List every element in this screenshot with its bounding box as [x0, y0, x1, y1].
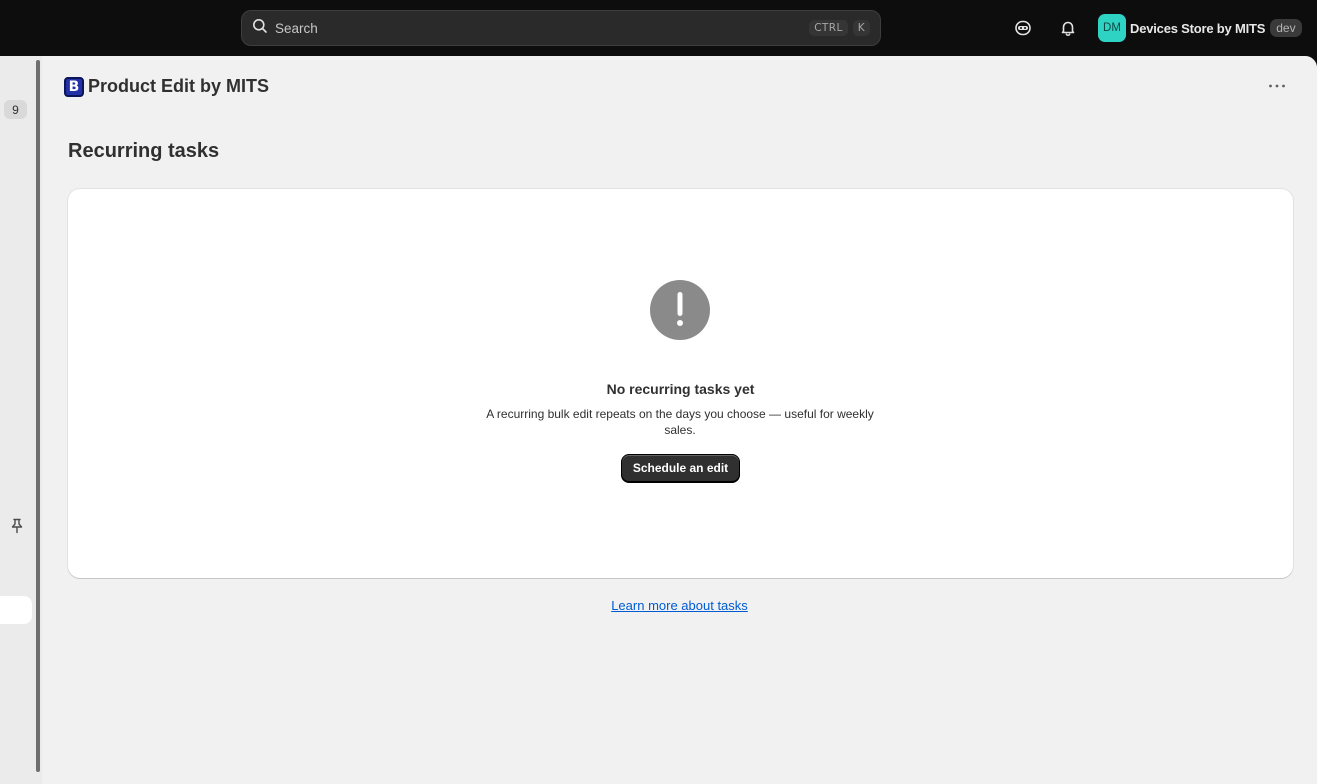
learn-more-container: Learn more about tasks [42, 597, 1317, 615]
main-content: B Product Edit by MITS Recurring tasks N… [42, 56, 1317, 784]
app-title: Product Edit by MITS [88, 76, 270, 96]
more-actions-button[interactable] [1261, 76, 1293, 96]
sidebar-item-active[interactable] [0, 596, 32, 624]
admin-shell: 9 B Product Edit by MITS Recurring tasks… [0, 56, 1317, 784]
page-title: Recurring tasks [68, 140, 220, 162]
store-name: Devices Store by MITS [1130, 20, 1266, 36]
search-input[interactable]: Search [275, 21, 804, 36]
avatar: DM [1098, 14, 1126, 42]
store-menu[interactable]: DM Devices Store by MITS dev [1098, 14, 1302, 42]
empty-state-heading: No recurring tasks yet [606, 381, 755, 397]
ellipsis-icon [1269, 84, 1285, 88]
app-logo-icon: B [64, 76, 84, 97]
sidebar: 9 [0, 56, 36, 784]
pin-icon[interactable] [10, 518, 24, 539]
dev-badge: dev [1270, 19, 1302, 37]
shortcut-k: K [852, 20, 870, 36]
learn-more-link[interactable]: Learn more about tasks [611, 598, 748, 613]
alert-icon [650, 280, 710, 340]
sidebar-divider [36, 60, 40, 772]
bell-icon[interactable] [1056, 16, 1080, 40]
shortcut-ctrl: CTRL [809, 20, 848, 36]
notification-count-badge: 9 [4, 100, 27, 119]
sidekick-icon[interactable] [1011, 16, 1035, 40]
schedule-edit-button[interactable]: Schedule an edit [621, 454, 740, 482]
top-bar: Search CTRL K DM Devices Store by MITS d… [0, 0, 1317, 56]
search-icon [252, 18, 268, 39]
empty-state-card: No recurring tasks yet A recurring bulk … [68, 189, 1293, 578]
app-header: B Product Edit by MITS [64, 76, 269, 97]
empty-state-description: A recurring bulk edit repeats on the day… [486, 407, 874, 437]
search-bar[interactable]: Search CTRL K [241, 10, 881, 46]
